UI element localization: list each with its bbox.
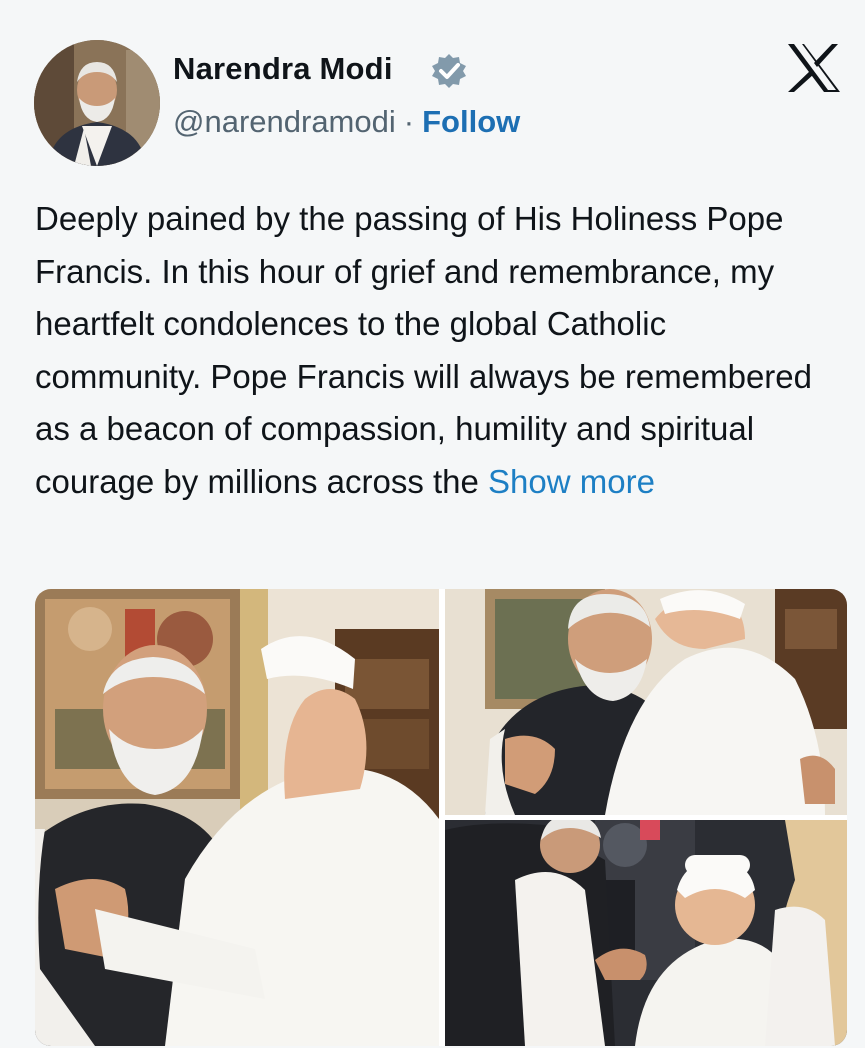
avatar[interactable] [34,40,160,166]
tweet-card: Narendra Modi @narendramodi · Follow Deepl… [0,0,865,1048]
photo-greeting[interactable] [445,820,847,1046]
follow-button[interactable]: Follow [422,104,520,139]
verified-badge-icon [430,52,468,90]
author-handle[interactable]: @narendramodi [173,104,396,139]
photo-hug[interactable] [445,589,847,815]
show-more-link[interactable]: Show more [488,463,655,500]
separator-dot: · [403,104,415,139]
tweet-text: Deeply pained by the passing of His Holi… [35,193,835,508]
author-name[interactable]: Narendra Modi [173,51,393,87]
x-logo-icon[interactable] [786,42,842,94]
media-grid [35,589,847,1046]
handle-row: @narendramodi · Follow [173,104,520,140]
photo-embrace[interactable] [35,589,439,1046]
tweet-body: Deeply pained by the passing of His Holi… [35,200,812,500]
